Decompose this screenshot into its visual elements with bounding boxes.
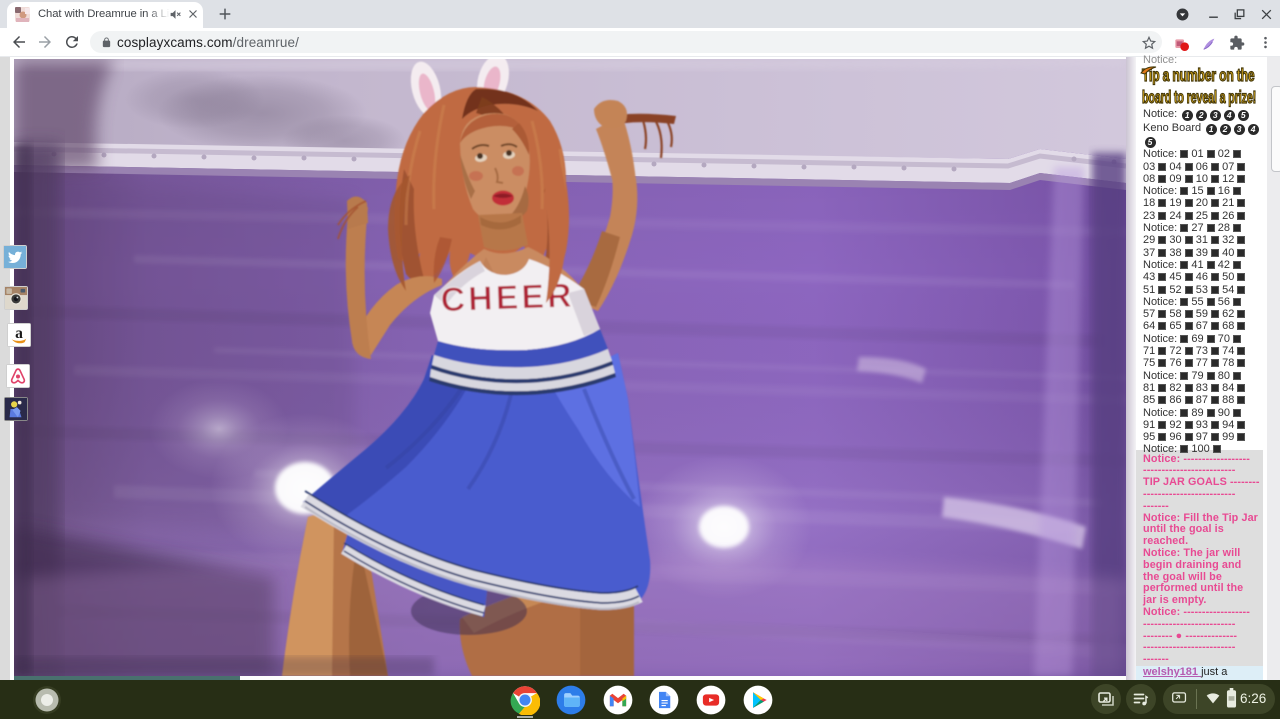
svg-text:a: a	[15, 325, 23, 342]
